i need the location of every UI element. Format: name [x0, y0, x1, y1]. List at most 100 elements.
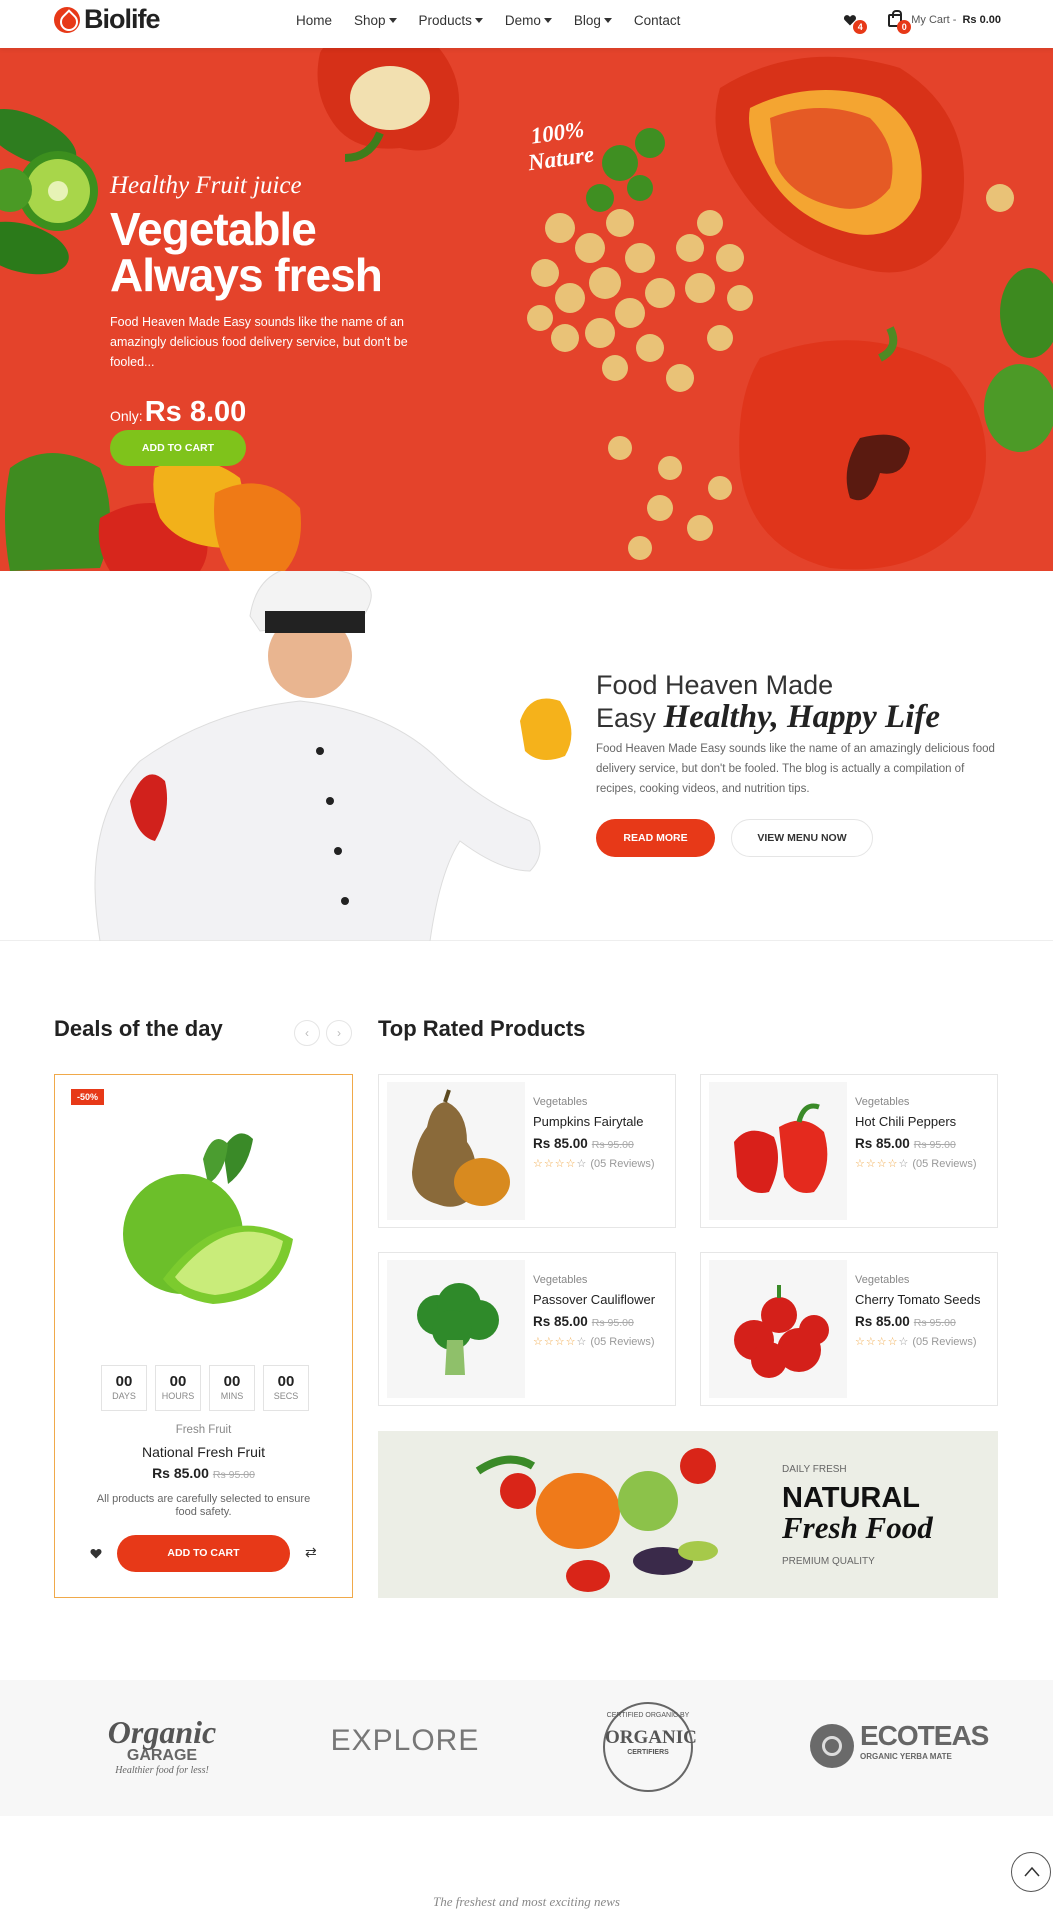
caret-down-icon	[543, 18, 552, 23]
about-heading-line-1: Food Heaven Made	[596, 670, 834, 700]
nav-shop[interactable]: Shop	[354, 13, 397, 28]
brand-ecoteas[interactable]: ECOTEAS ORGANIC YERBA MATE	[810, 1720, 989, 1790]
main-nav: Home Shop Products Demo Blog Contact	[296, 13, 680, 28]
review-count: (05 Reviews)	[912, 1336, 977, 1348]
heart-icon[interactable]	[90, 1548, 102, 1559]
hero-title-line-2: Always fresh	[110, 249, 383, 301]
product-name[interactable]: Cherry Tomato Seeds	[855, 1292, 981, 1307]
chevron-right-icon: ›	[337, 1026, 341, 1040]
banner-footer: PREMIUM QUALITY	[782, 1556, 875, 1567]
pumpkin-image	[412, 1089, 510, 1207]
nav-label: Demo	[504, 13, 541, 28]
logo[interactable]: Biolife	[54, 4, 161, 35]
fresh-food-banner[interactable]: DAILY FRESH NATURAL Fresh Food PREMIUM Q…	[378, 1431, 998, 1598]
product-category: Vegetables	[855, 1096, 910, 1108]
rating-stars: ☆☆☆☆☆ (05 Reviews)	[533, 1336, 655, 1348]
caret-down-icon	[388, 18, 397, 23]
star-rating-icon: ☆☆☆☆	[533, 1336, 577, 1348]
broccoli-image	[417, 1283, 499, 1375]
read-more-button[interactable]: READ MORE	[596, 819, 715, 857]
nav-products[interactable]: Products	[419, 13, 483, 28]
price-current: Rs 85.00	[152, 1465, 209, 1481]
header-actions: 4 0 My Cart - Rs 0.00	[841, 10, 1001, 34]
brand-name: EXPLORE	[330, 1724, 480, 1757]
lime-image	[123, 1133, 293, 1304]
product-card[interactable]: Vegetables Pumpkins Fairytale Rs 85.00 Rs…	[378, 1074, 676, 1228]
wishlist-button[interactable]: 4	[841, 10, 868, 34]
product-image	[709, 1082, 847, 1220]
product-name[interactable]: Passover Cauliflower	[533, 1292, 655, 1307]
chili-pepper-image	[734, 1103, 828, 1193]
product-name[interactable]: Hot Chili Peppers	[855, 1114, 956, 1129]
news-tagline: The freshest and most exciting news	[433, 1894, 620, 1909]
chevron-up-icon	[1024, 1866, 1040, 1877]
banner-title-line-2: Fresh Food	[782, 1510, 933, 1545]
about-heading-italic: Healthy, Happy Life	[663, 699, 941, 735]
cart-button[interactable]: 0 My Cart - Rs 0.00	[885, 10, 1001, 34]
brand-name: ORGANIC	[605, 1727, 697, 1748]
hero-subtitle: Healthy Fruit juice	[110, 172, 302, 199]
chevron-left-icon: ‹	[305, 1026, 309, 1040]
about-heading-line-2: Easy	[596, 703, 657, 733]
seal-icon: CERTIFIED ORGANIC BY ORGANIC CERTIFIERS	[603, 1702, 697, 1792]
price-current: Rs 85.00	[533, 1136, 588, 1151]
deals-prev-button[interactable]: ‹	[294, 1020, 320, 1046]
product-price: Rs 85.00 Rs 95.00	[855, 1136, 956, 1151]
brand-tag: Healthier food for less!	[115, 1765, 209, 1776]
product-card[interactable]: Vegetables Cherry Tomato Seeds Rs 85.00 R…	[700, 1252, 998, 1406]
review-count: (05 Reviews)	[590, 1158, 655, 1170]
deal-note: All products are carefully selected to e…	[96, 1493, 311, 1518]
star-rating-icon: ☆☆☆☆	[533, 1158, 577, 1170]
nav-blog[interactable]: Blog	[574, 13, 612, 28]
deal-product-name[interactable]: National Fresh Fruit	[55, 1444, 352, 1460]
deal-category: Fresh Fruit	[175, 1424, 232, 1436]
deals-next-button[interactable]: ›	[326, 1020, 352, 1046]
hero-add-to-cart-button[interactable]: ADD TO CART	[110, 430, 246, 466]
brand-name: ECOTEAS	[860, 1720, 989, 1751]
brand-sub: GARAGE	[126, 1747, 198, 1764]
deal-card: -50% 00 DAYS 00 HOURS 00 MINS 00 SECS Fresh …	[54, 1074, 353, 1598]
caret-down-icon	[603, 18, 612, 23]
timer-value: 00	[277, 1373, 295, 1390]
product-price: Rs 85.00 Rs 95.00	[533, 1314, 634, 1329]
product-image	[709, 1260, 847, 1398]
nav-label: Blog	[573, 13, 601, 28]
brand-organic-certifiers[interactable]: CERTIFIED ORGANIC BY ORGANIC CERTIFIERS	[598, 1702, 698, 1792]
nav-contact[interactable]: Contact	[634, 13, 681, 28]
product-category: Vegetables	[855, 1274, 910, 1286]
view-menu-button[interactable]: VIEW MENU NOW	[731, 819, 873, 857]
cart-count-badge: 0	[897, 20, 912, 34]
banner-title: NATURAL Fresh Food	[782, 1483, 933, 1544]
nav-demo[interactable]: Demo	[505, 13, 552, 28]
deal-add-to-cart-button[interactable]: ADD TO CART	[117, 1535, 290, 1572]
product-name[interactable]: Pumpkins Fairytale	[533, 1114, 644, 1129]
rating-stars: ☆☆☆☆☆ (05 Reviews)	[855, 1158, 977, 1170]
product-card[interactable]: Vegetables Passover Cauliflower Rs 85.00…	[378, 1252, 676, 1406]
countdown-timer: 00 DAYS 00 HOURS 00 MINS 00 SECS	[101, 1365, 309, 1411]
product-card[interactable]: Vegetables Hot Chili Peppers Rs 85.00 Rs …	[700, 1074, 998, 1228]
back-to-top-button[interactable]	[1011, 1852, 1051, 1892]
compare-shuffle-icon[interactable]: ⇄	[305, 1544, 317, 1561]
nav-home[interactable]: Home	[296, 13, 332, 28]
nature-stamp: 100% Nature	[523, 116, 596, 177]
brand-logos: Organic GARAGE Healthier food for less! …	[0, 1680, 1053, 1816]
timer-unit: DAYS	[112, 1391, 136, 1401]
product-price: Rs 85.00 Rs 95.00	[855, 1314, 956, 1329]
timer-days: 00 DAYS	[101, 1365, 147, 1411]
product-category: Vegetables	[533, 1096, 588, 1108]
cart-total: Rs 0.00	[962, 14, 1001, 26]
hero-price: Only:Rs 8.00	[110, 396, 246, 429]
product-price: Rs 85.00 Rs 95.00	[533, 1136, 634, 1151]
brand-explore[interactable]: EXPLORE	[330, 1724, 480, 1794]
rating-stars: ☆☆☆☆☆ (05 Reviews)	[533, 1158, 655, 1170]
timer-unit: SECS	[273, 1391, 299, 1401]
timer-value: 00	[169, 1373, 187, 1390]
brand-name: Organic	[107, 1714, 217, 1750]
review-count: (05 Reviews)	[912, 1158, 977, 1170]
banner-title-line-1: NATURAL	[782, 1482, 920, 1514]
price-old: Rs 95.00	[591, 1139, 634, 1151]
star-rating-icon: ☆☆☆☆	[855, 1336, 899, 1348]
hero-title-line-1: Vegetable	[110, 203, 317, 255]
deal-price: Rs 85.00 Rs 95.00	[55, 1465, 352, 1481]
brand-organic-garage[interactable]: Organic GARAGE Healthier food for less!	[82, 1714, 242, 1784]
